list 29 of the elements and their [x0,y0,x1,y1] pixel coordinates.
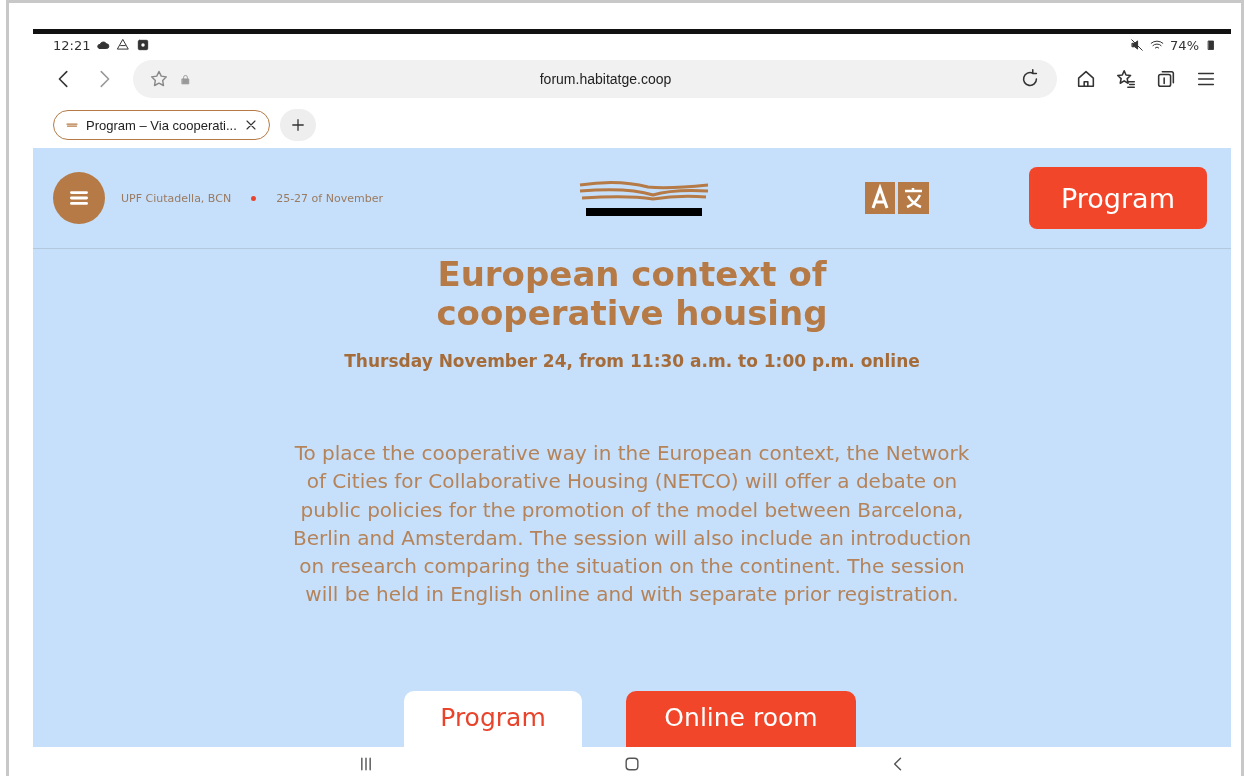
translate-icon[interactable] [865,182,929,214]
battery-level: 74% [1170,37,1199,53]
battery-icon [1205,38,1217,52]
venue-text: UPF Ciutadella, BCN [121,191,232,205]
event-time: Thursday November 24, from 11:30 a.m. to 1:00 p.m. online [343,351,921,371]
clock-time: 12:21 [53,37,91,53]
cloud-icon [96,38,111,52]
drive-icon [116,38,131,52]
tabs-icon[interactable] [1155,68,1177,90]
event-title: European context of cooperative housing [435,255,829,333]
new-tab-button[interactable] [279,109,316,141]
separator-dot [251,195,257,201]
star-icon[interactable] [149,69,169,89]
program-button[interactable]: Program [1029,167,1207,229]
dates-text: 25-27 of November [276,191,383,205]
menu-button[interactable] [53,172,105,224]
square-icon [136,38,151,52]
mute-icon [1130,38,1145,52]
tab-title: Program – Via cooperati... [86,117,237,133]
url-text: forum.habitatge.coop [538,71,673,87]
wifi-icon [1150,38,1165,52]
lock-icon [179,72,192,86]
home-icon[interactable] [622,754,642,774]
home-icon[interactable] [1075,68,1097,90]
online-room-button[interactable]: Online room [626,691,856,747]
address-bar[interactable]: forum.habitatge.coop [133,60,1057,98]
event-description: To place the cooperative way in the European context, the Network of Cities for Collaborative Housing (NETCO) will offer a debate on public policies for the promotion of the model between Barcelona, Berlin and Amsterdam. The session will also include an introduction on research comparing the situation on the continent. The session will be held in English online and with separate prior registration. [291,440,973,609]
bookmarks-icon[interactable] [1115,68,1137,90]
program-button[interactable]: Program [404,691,582,747]
